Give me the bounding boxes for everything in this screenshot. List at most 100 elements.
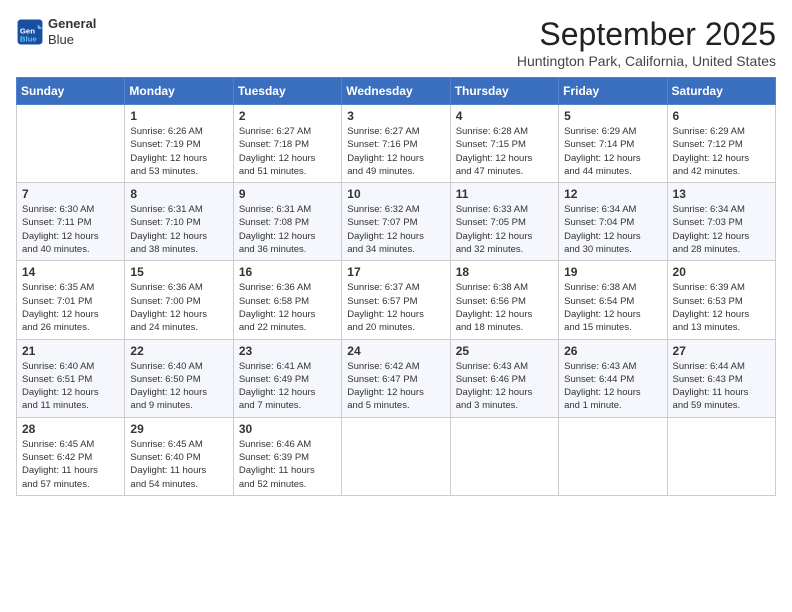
day-number: 3 [347, 109, 444, 123]
calendar-cell: 18Sunrise: 6:38 AM Sunset: 6:56 PM Dayli… [450, 261, 558, 339]
calendar-cell: 11 Sunrise: 6:33 AM Sunset: 7:05 PM Dayli… [450, 183, 558, 261]
day-number: 21 [22, 344, 119, 358]
svg-text:Blue: Blue [20, 34, 38, 43]
calendar-week-row: 14 Sunrise: 6:35 AM Sunset: 7:01 PM Dayli… [17, 261, 776, 339]
day-info: Sunrise: 6:28 AM Sunset: 7:15 PM Dayligh… [456, 125, 553, 178]
day-number: 13 [673, 187, 770, 201]
location-title: Huntington Park, California, United Stat… [517, 53, 776, 69]
day-number: 6 [673, 109, 770, 123]
day-number: 23 [239, 344, 336, 358]
calendar-cell: 13 Sunrise: 6:34 AM Sunset: 7:03 PM Dayli… [667, 183, 775, 261]
calendar-cell: 23 Sunrise: 6:41 AM Sunset: 6:49 PM Dayli… [233, 339, 341, 417]
calendar-cell: 28 Sunrise: 6:45 AM Sunset: 6:42 PM Dayli… [17, 417, 125, 495]
day-number: 12 [564, 187, 661, 201]
day-info: Sunrise: 6:30 AM Sunset: 7:11 PM Dayligh… [22, 203, 119, 256]
calendar-cell: 20 Sunrise: 6:39 AM Sunset: 6:53 PM Dayli… [667, 261, 775, 339]
day-number: 27 [673, 344, 770, 358]
calendar-cell: 6 Sunrise: 6:29 AM Sunset: 7:12 PM Daylig… [667, 105, 775, 183]
day-info: Sunrise: 6:39 AM Sunset: 6:53 PM Dayligh… [673, 281, 770, 334]
day-info: Sunrise: 6:41 AM Sunset: 6:49 PM Dayligh… [239, 360, 336, 413]
day-info: Sunrise: 6:38 AM Sunset: 6:54 PM Dayligh… [564, 281, 661, 334]
day-number: 7 [22, 187, 119, 201]
day-info: Sunrise: 6:29 AM Sunset: 7:14 PM Dayligh… [564, 125, 661, 178]
day-info: Sunrise: 6:36 AM Sunset: 7:00 PM Dayligh… [130, 281, 227, 334]
calendar-cell: 26 Sunrise: 6:43 AM Sunset: 6:44 PM Dayli… [559, 339, 667, 417]
calendar-cell: 27 Sunrise: 6:44 AM Sunset: 6:43 PM Dayli… [667, 339, 775, 417]
logo-text: General Blue [48, 16, 96, 47]
day-number: 15 [130, 265, 227, 279]
calendar-cell: 1 Sunrise: 6:26 AM Sunset: 7:19 PM Daylig… [125, 105, 233, 183]
day-number: 22 [130, 344, 227, 358]
day-number: 5 [564, 109, 661, 123]
day-info: Sunrise: 6:44 AM Sunset: 6:43 PM Dayligh… [673, 360, 770, 413]
day-number: 11 [456, 187, 553, 201]
calendar-cell: 16 Sunrise: 6:36 AM Sunset: 6:58 PM Dayli… [233, 261, 341, 339]
logo-icon: Gen Blue [16, 18, 44, 46]
calendar-cell: 24Sunrise: 6:42 AM Sunset: 6:47 PM Dayli… [342, 339, 450, 417]
weekday-header: Wednesday [342, 78, 450, 105]
day-info: Sunrise: 6:34 AM Sunset: 7:04 PM Dayligh… [564, 203, 661, 256]
day-info: Sunrise: 6:27 AM Sunset: 7:16 PM Dayligh… [347, 125, 444, 178]
calendar-cell: 15 Sunrise: 6:36 AM Sunset: 7:00 PM Dayli… [125, 261, 233, 339]
day-info: Sunrise: 6:40 AM Sunset: 6:51 PM Dayligh… [22, 360, 119, 413]
calendar-cell: 9 Sunrise: 6:31 AM Sunset: 7:08 PM Daylig… [233, 183, 341, 261]
calendar-week-row: 28 Sunrise: 6:45 AM Sunset: 6:42 PM Dayli… [17, 417, 776, 495]
calendar-cell: 8 Sunrise: 6:31 AM Sunset: 7:10 PM Daylig… [125, 183, 233, 261]
day-info: Sunrise: 6:37 AM Sunset: 6:57 PM Dayligh… [347, 281, 444, 334]
day-number: 14 [22, 265, 119, 279]
day-number: 4 [456, 109, 553, 123]
day-number: 19 [564, 265, 661, 279]
calendar-cell: 25 Sunrise: 6:43 AM Sunset: 6:46 PM Dayli… [450, 339, 558, 417]
day-info: Sunrise: 6:36 AM Sunset: 6:58 PM Dayligh… [239, 281, 336, 334]
calendar-cell: 22 Sunrise: 6:40 AM Sunset: 6:50 PM Dayli… [125, 339, 233, 417]
calendar-cell: 14 Sunrise: 6:35 AM Sunset: 7:01 PM Dayli… [17, 261, 125, 339]
calendar-cell: 10 Sunrise: 6:32 AM Sunset: 7:07 PM Dayli… [342, 183, 450, 261]
calendar-cell: 5 Sunrise: 6:29 AM Sunset: 7:14 PM Daylig… [559, 105, 667, 183]
calendar-cell [667, 417, 775, 495]
weekday-header: Monday [125, 78, 233, 105]
logo: Gen Blue General Blue [16, 16, 96, 47]
day-number: 29 [130, 422, 227, 436]
day-info: Sunrise: 6:40 AM Sunset: 6:50 PM Dayligh… [130, 360, 227, 413]
calendar-week-row: 21 Sunrise: 6:40 AM Sunset: 6:51 PM Dayli… [17, 339, 776, 417]
day-info: Sunrise: 6:32 AM Sunset: 7:07 PM Dayligh… [347, 203, 444, 256]
title-area: September 2025 Huntington Park, Californ… [517, 16, 776, 69]
day-info: Sunrise: 6:31 AM Sunset: 7:10 PM Dayligh… [130, 203, 227, 256]
day-info: Sunrise: 6:29 AM Sunset: 7:12 PM Dayligh… [673, 125, 770, 178]
day-number: 16 [239, 265, 336, 279]
weekday-header: Sunday [17, 78, 125, 105]
day-number: 26 [564, 344, 661, 358]
day-info: Sunrise: 6:45 AM Sunset: 6:40 PM Dayligh… [130, 438, 227, 491]
day-info: Sunrise: 6:34 AM Sunset: 7:03 PM Dayligh… [673, 203, 770, 256]
calendar-cell [450, 417, 558, 495]
day-number: 28 [22, 422, 119, 436]
day-number: 1 [130, 109, 227, 123]
calendar-cell [559, 417, 667, 495]
calendar-table: SundayMondayTuesdayWednesdayThursdayFrid… [16, 77, 776, 496]
day-number: 20 [673, 265, 770, 279]
day-number: 30 [239, 422, 336, 436]
day-info: Sunrise: 6:27 AM Sunset: 7:18 PM Dayligh… [239, 125, 336, 178]
day-info: Sunrise: 6:33 AM Sunset: 7:05 PM Dayligh… [456, 203, 553, 256]
day-number: 9 [239, 187, 336, 201]
calendar-cell: 29 Sunrise: 6:45 AM Sunset: 6:40 PM Dayli… [125, 417, 233, 495]
day-number: 8 [130, 187, 227, 201]
calendar-header-row: SundayMondayTuesdayWednesdayThursdayFrid… [17, 78, 776, 105]
calendar-cell: 7 Sunrise: 6:30 AM Sunset: 7:11 PM Daylig… [17, 183, 125, 261]
calendar-cell: 2Sunrise: 6:27 AM Sunset: 7:18 PM Daylig… [233, 105, 341, 183]
calendar-cell [17, 105, 125, 183]
calendar-cell: 3 Sunrise: 6:27 AM Sunset: 7:16 PM Daylig… [342, 105, 450, 183]
day-info: Sunrise: 6:45 AM Sunset: 6:42 PM Dayligh… [22, 438, 119, 491]
calendar-cell: 19 Sunrise: 6:38 AM Sunset: 6:54 PM Dayli… [559, 261, 667, 339]
day-info: Sunrise: 6:31 AM Sunset: 7:08 PM Dayligh… [239, 203, 336, 256]
calendar-week-row: 7 Sunrise: 6:30 AM Sunset: 7:11 PM Daylig… [17, 183, 776, 261]
day-info: Sunrise: 6:43 AM Sunset: 6:46 PM Dayligh… [456, 360, 553, 413]
day-number: 10 [347, 187, 444, 201]
day-info: Sunrise: 6:35 AM Sunset: 7:01 PM Dayligh… [22, 281, 119, 334]
day-number: 25 [456, 344, 553, 358]
day-info: Sunrise: 6:43 AM Sunset: 6:44 PM Dayligh… [564, 360, 661, 413]
calendar-cell: 17Sunrise: 6:37 AM Sunset: 6:57 PM Dayli… [342, 261, 450, 339]
calendar-cell: 4 Sunrise: 6:28 AM Sunset: 7:15 PM Daylig… [450, 105, 558, 183]
calendar-week-row: 1 Sunrise: 6:26 AM Sunset: 7:19 PM Daylig… [17, 105, 776, 183]
day-info: Sunrise: 6:26 AM Sunset: 7:19 PM Dayligh… [130, 125, 227, 178]
